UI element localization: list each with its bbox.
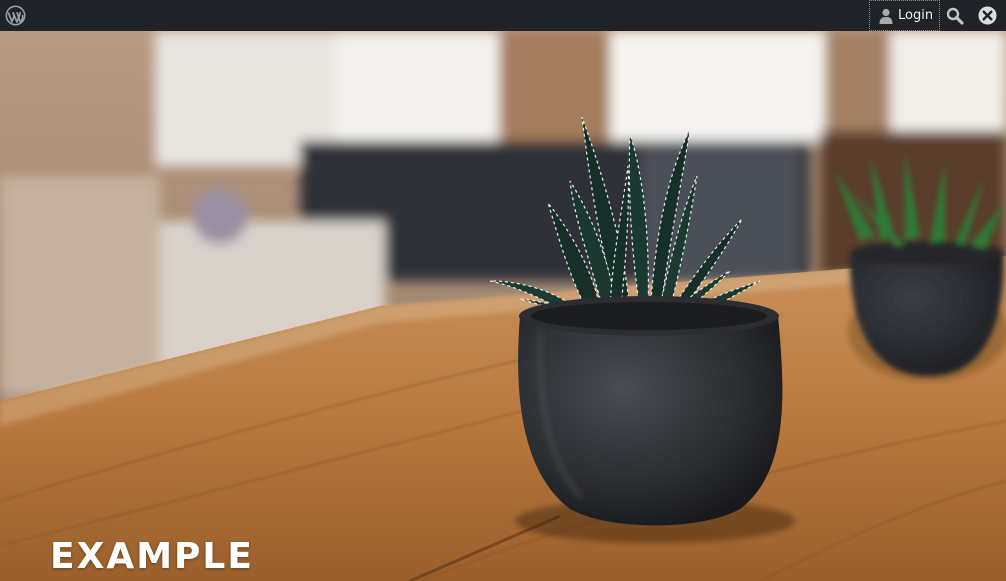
hero-image: EXAMPLE xyxy=(0,31,1006,581)
hero-photo-plant-on-table xyxy=(0,31,1006,581)
login-label: Login xyxy=(898,8,934,23)
admin-bar: Login xyxy=(0,0,1006,31)
search-icon[interactable] xyxy=(945,6,965,26)
wordpress-icon[interactable] xyxy=(5,5,26,26)
site-title[interactable]: EXAMPLE xyxy=(50,533,254,581)
close-icon[interactable] xyxy=(978,6,997,25)
user-icon xyxy=(879,8,893,24)
login-link[interactable]: Login xyxy=(869,0,940,31)
